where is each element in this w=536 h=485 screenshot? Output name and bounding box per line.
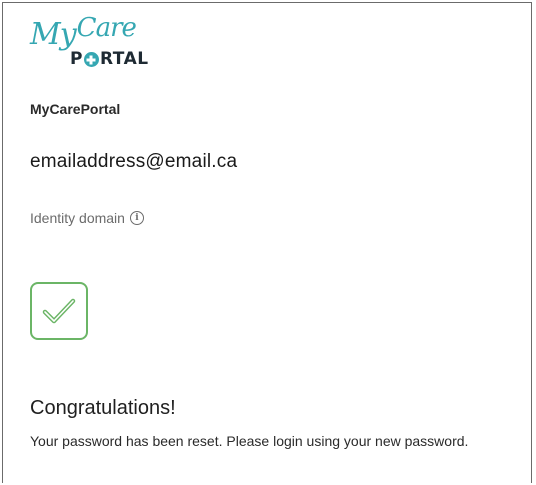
logo-portal-rest: RTAL bbox=[99, 49, 149, 69]
plus-circle-icon bbox=[83, 52, 99, 67]
logo-script-text: MyCare bbox=[30, 15, 137, 52]
logo-portal-text: P RTAL bbox=[70, 51, 149, 68]
identity-domain: Identity domain i bbox=[30, 210, 144, 226]
mycareportal-logo: MyCare P RTAL bbox=[30, 15, 170, 76]
success-checkmark bbox=[30, 282, 88, 340]
identity-domain-label: Identity domain bbox=[30, 210, 125, 226]
success-message: Your password has been reset. Please log… bbox=[30, 433, 469, 449]
info-icon[interactable]: i bbox=[129, 211, 144, 225]
email-address: emailaddress@email.ca bbox=[30, 151, 238, 172]
checkmark-icon bbox=[42, 298, 76, 324]
success-heading: Congratulations! bbox=[30, 397, 176, 419]
logo-portal-p: P bbox=[70, 49, 83, 69]
logo-care: Care bbox=[76, 13, 137, 43]
logo-my: My bbox=[30, 17, 77, 52]
app-name: MyCarePortal bbox=[30, 101, 121, 117]
